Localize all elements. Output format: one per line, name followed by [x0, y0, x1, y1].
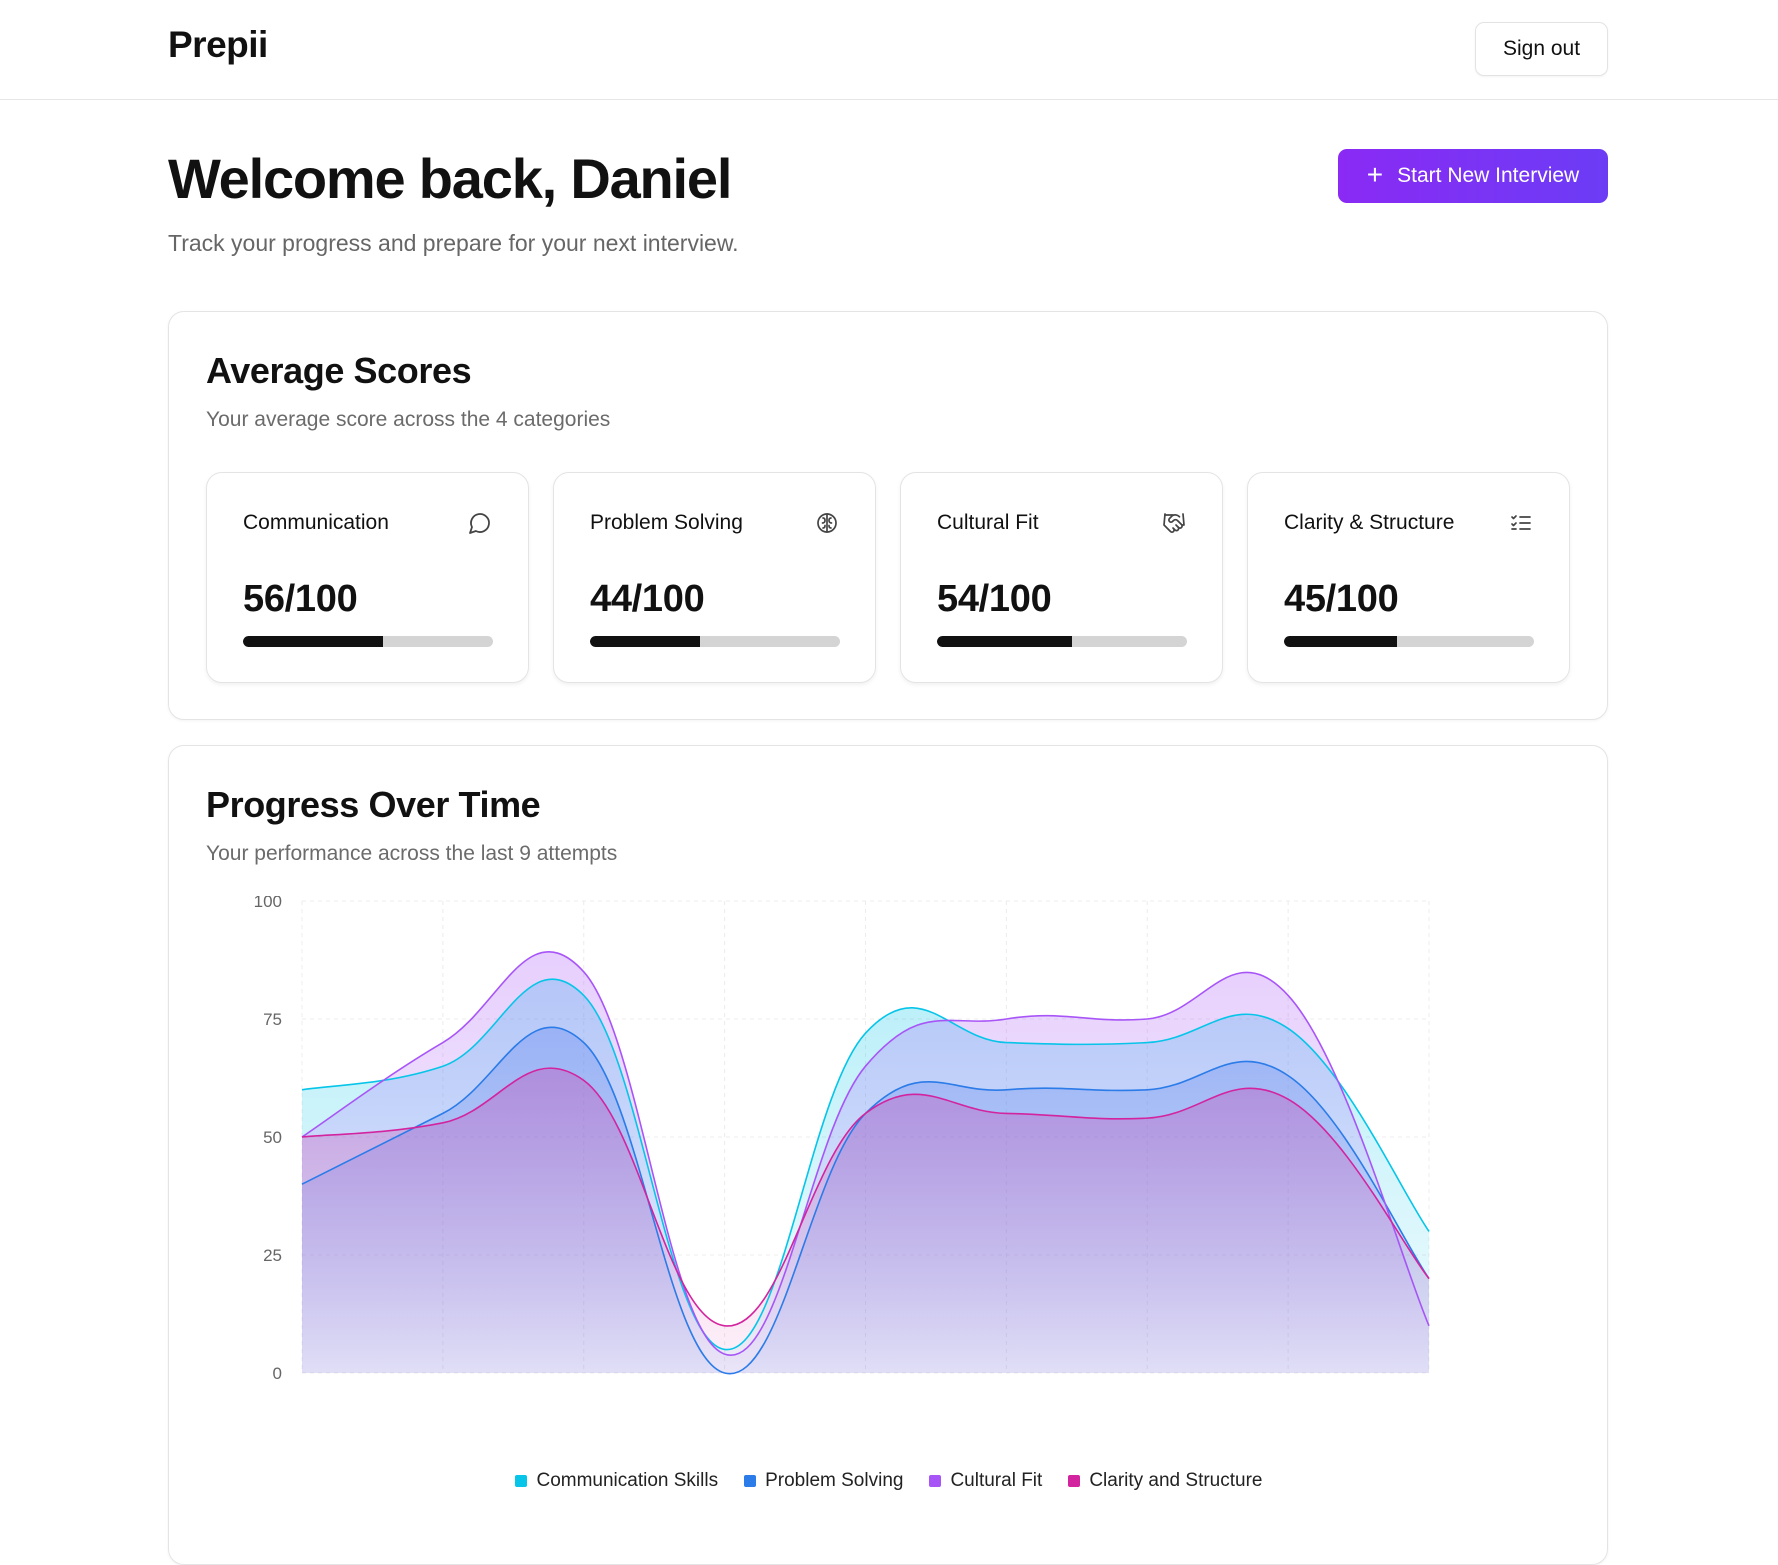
average-scores-subtitle: Your average score across the 4 categori… [206, 408, 611, 431]
chart-legend: Communication Skills Problem Solving Cultu… [169, 1470, 1609, 1492]
score-card-cultural-fit: Cultural Fit 54/100 [900, 472, 1223, 683]
y-tick-label: 100 [254, 896, 282, 911]
progress-subtitle: Your performance across the last 9 attem… [206, 842, 618, 865]
score-label: Clarity & Structure [1284, 511, 1455, 534]
score-progress-bar [590, 636, 840, 647]
score-value: 45/100 [1284, 578, 1399, 620]
legend-label: Cultural Fit [950, 1470, 1043, 1491]
score-value: 54/100 [937, 578, 1052, 620]
legend-swatch [1068, 1475, 1081, 1487]
score-progress-fill [937, 636, 1072, 647]
legend-label: Problem Solving [765, 1470, 904, 1491]
score-progress-fill [243, 636, 383, 647]
average-scores-card: Average Scores Your average score across… [168, 311, 1608, 720]
score-card-clarity-structure: Clarity & Structure 45/100 [1247, 472, 1570, 683]
legend-item[interactable]: Cultural Fit [929, 1470, 1042, 1492]
y-tick-label: 25 [263, 1246, 282, 1265]
sign-out-button[interactable]: Sign out [1475, 22, 1608, 76]
message-circle-icon [469, 513, 490, 534]
score-progress-bar [937, 636, 1187, 647]
score-card-communication: Communication 56/100 [206, 472, 529, 683]
legend-label: Communication Skills [536, 1470, 719, 1491]
progress-over-time-card: Progress Over Time Your performance acro… [168, 745, 1608, 1565]
score-progress-fill [1284, 636, 1397, 647]
brand-logo[interactable]: Prepii [168, 24, 268, 66]
brain-icon [817, 513, 837, 533]
start-new-interview-label: Start New Interview [1397, 164, 1580, 187]
page-title: Welcome back, Daniel [168, 147, 732, 210]
y-tick-label: 50 [263, 1128, 282, 1147]
legend-item[interactable]: Clarity and Structure [1068, 1470, 1263, 1492]
average-scores-title: Average Scores [206, 350, 472, 391]
start-new-interview-button[interactable]: + Start New Interview [1338, 149, 1608, 203]
score-progress-bar [243, 636, 493, 647]
score-value: 56/100 [243, 578, 358, 620]
legend-swatch [515, 1475, 528, 1487]
legend-item[interactable]: Communication Skills [515, 1470, 718, 1492]
score-progress-bar [1284, 636, 1534, 647]
score-card-problem-solving: Problem Solving 44/100 [553, 472, 876, 683]
y-tick-label: 75 [263, 1010, 282, 1029]
score-label: Problem Solving [590, 511, 743, 534]
handshake-icon [1163, 513, 1185, 533]
score-label: Cultural Fit [937, 511, 1039, 534]
score-label: Communication [243, 511, 389, 534]
legend-swatch [929, 1475, 942, 1487]
legend-item[interactable]: Problem Solving [744, 1470, 903, 1492]
score-progress-fill [590, 636, 700, 647]
progress-chart-svg: 0 25 50 75 100 [254, 892, 1430, 1383]
top-navigation-bar: Prepii Sign out [0, 0, 1778, 100]
progress-title: Progress Over Time [206, 784, 541, 825]
progress-area-chart: 0 25 50 75 100 [219, 892, 1589, 1496]
legend-label: Clarity and Structure [1089, 1470, 1263, 1491]
list-checks-icon [1511, 515, 1531, 530]
y-tick-label: 0 [273, 1364, 282, 1383]
page-subtitle: Track your progress and prepare for your… [168, 230, 739, 256]
score-value: 44/100 [590, 578, 705, 620]
legend-swatch [744, 1475, 757, 1487]
plus-icon: + [1366, 159, 1384, 190]
